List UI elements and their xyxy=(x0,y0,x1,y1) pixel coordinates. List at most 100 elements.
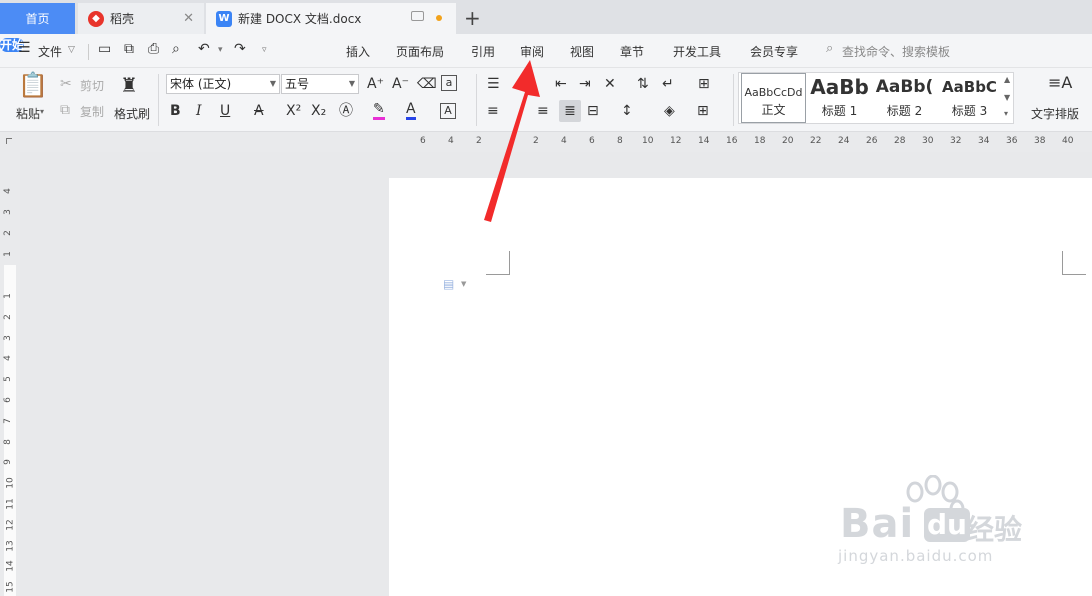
tab-references[interactable]: 引用 xyxy=(471,43,495,60)
subscript-icon[interactable]: X₂ xyxy=(311,102,326,120)
shrink-font-icon[interactable]: A⁻ xyxy=(392,75,409,93)
style-name: 标题 1 xyxy=(821,104,858,118)
ruler-tick-label: 6 xyxy=(420,136,426,146)
paragraph-layout-icon[interactable]: ▤ xyxy=(443,277,454,291)
underline-icon[interactable]: U xyxy=(220,102,230,120)
tab-document-label: 新建 DOCX 文档.docx xyxy=(238,12,362,26)
horizontal-ruler[interactable]: 6 4 2 2 4 6 8 10 12 14 16 18 20 22 24 26 28 30 32 34 36 38 40 xyxy=(0,132,1092,152)
tab-document[interactable]: W 新建 DOCX 文档.docx xyxy=(206,3,456,34)
shading-icon[interactable]: ◈ xyxy=(664,102,675,120)
scroll-down-icon[interactable]: ▼ xyxy=(1004,93,1010,102)
ruler-tick-label: 18 xyxy=(754,136,766,146)
search-input[interactable]: 查找命令、搜索模板 xyxy=(842,43,950,60)
style-heading-2[interactable]: AaBb( 标题 2 xyxy=(872,73,937,123)
cut-icon[interactable]: ✂ xyxy=(60,75,72,93)
ruler-tick-label: 5 xyxy=(2,376,13,383)
justify-icon[interactable]: ≣ xyxy=(559,100,581,122)
clear-format-icon[interactable]: ⌫ xyxy=(417,75,437,93)
style-heading-1[interactable]: AaBb 标题 1 xyxy=(807,73,872,123)
tab-developer[interactable]: 开发工具 xyxy=(673,43,721,60)
highlight-icon[interactable]: ✎ xyxy=(373,102,385,120)
ruler-tick-label: 11 xyxy=(5,498,16,510)
ribbon-toolbar: 📋 粘贴 ▾ ✂ 剪切 ⧉ 复制 ♜ 格式刷 宋体 (正文) ▼ 五号 ▼ A⁺ A… xyxy=(0,68,1092,132)
ruler-tick-label: 24 xyxy=(838,136,850,146)
tab-daoke[interactable]: ◆ 稻壳 ✕ xyxy=(78,3,204,34)
tab-section[interactable]: 章节 xyxy=(620,43,644,60)
ruler-tick-label: 8 xyxy=(2,438,13,445)
monitor-icon[interactable] xyxy=(411,11,424,21)
style-preview: AaBbC xyxy=(942,78,997,96)
chevron-down-icon[interactable]: ▾ xyxy=(218,45,223,55)
ruler-tick-label: 4 xyxy=(2,188,13,194)
style-name: 标题 3 xyxy=(951,104,988,118)
undo-icon[interactable]: ↶ xyxy=(198,41,210,57)
ruler-tick-label: 2 xyxy=(533,136,539,146)
bullet-list-icon[interactable]: ☰ xyxy=(487,75,500,93)
tab-insert[interactable]: 插入 xyxy=(346,43,370,60)
ruler-tick-label: 2 xyxy=(2,230,13,236)
text-layout-icon[interactable]: ≡A xyxy=(1048,74,1072,92)
strikethrough-icon[interactable]: A xyxy=(254,102,264,120)
superscript-icon[interactable]: X² xyxy=(286,102,301,120)
tab-stop-selector-icon[interactable] xyxy=(6,138,12,144)
line-spacing-icon[interactable]: ↕ xyxy=(621,102,633,120)
print-icon[interactable]: ⎙ xyxy=(148,41,159,57)
chevron-down-icon[interactable]: ▽ xyxy=(68,45,75,55)
vertical-ruler[interactable]: 4 3 2 1 1 2 3 4 5 6 7 8 9 10 11 12 13 14 15 xyxy=(0,150,20,596)
decrease-indent-icon[interactable]: ⇤ xyxy=(555,75,567,93)
close-icon[interactable]: ✕ xyxy=(183,11,194,26)
text-layout-button[interactable]: 文字排版 xyxy=(1031,105,1079,122)
ruler-tick-label: 22 xyxy=(810,136,822,146)
more-styles-icon[interactable]: ▾ xyxy=(1004,109,1008,118)
font-name-select[interactable]: 宋体 (正文) ▼ xyxy=(166,74,280,94)
new-tab-button[interactable]: + xyxy=(464,6,481,30)
distributed-align-icon[interactable]: ⊟ xyxy=(587,102,599,120)
tab-membership[interactable]: 会员专享 xyxy=(750,43,798,60)
style-preview: AaBb( xyxy=(875,77,934,97)
borders-icon[interactable]: ⊞ xyxy=(697,102,709,120)
italic-icon[interactable]: I xyxy=(196,102,202,120)
show-marks-icon[interactable]: ↵ xyxy=(662,75,674,93)
hamburger-icon[interactable]: ☰ xyxy=(18,40,31,56)
format-painter-icon[interactable]: ♜ xyxy=(120,72,138,98)
style-normal[interactable]: AaBbCcDd 正文 xyxy=(741,73,806,123)
tab-review[interactable]: 审阅 xyxy=(520,43,544,60)
scroll-up-icon[interactable]: ▲ xyxy=(1004,75,1010,84)
phonetic-guide-icon[interactable]: a xyxy=(441,75,457,91)
bold-icon[interactable]: B xyxy=(170,102,181,120)
copy-icon[interactable]: ⧉ xyxy=(60,101,70,119)
file-menu[interactable]: 文件 xyxy=(38,43,62,60)
ruler-tick-label: 2 xyxy=(476,136,482,146)
font-size-select[interactable]: 五号 ▼ xyxy=(281,74,359,94)
ruler-tick-label: 10 xyxy=(5,477,16,489)
tab-bar: 首页 ◆ 稻壳 ✕ W 新建 DOCX 文档.docx + xyxy=(0,0,1092,34)
cut-button[interactable]: 剪切 xyxy=(80,77,104,94)
font-color-icon[interactable]: A xyxy=(406,102,416,120)
tab-ruler-icon[interactable]: ⊞ xyxy=(698,75,710,93)
paste-button[interactable]: 粘贴 xyxy=(16,105,40,122)
text-effect-icon[interactable]: Ⓐ xyxy=(339,102,353,120)
style-heading-3[interactable]: AaBbC 标题 3 xyxy=(937,73,1002,123)
export-icon[interactable]: ⧉ xyxy=(124,41,134,57)
sort-icon[interactable]: ⇅ xyxy=(637,75,649,93)
chevron-down-icon[interactable]: ▼ xyxy=(461,280,466,288)
tab-home[interactable]: 首页 xyxy=(0,3,75,34)
tab-page-layout[interactable]: 页面布局 xyxy=(396,43,444,60)
ruler-tick-label: 1 xyxy=(2,251,13,257)
chevron-down-icon[interactable]: ▾ xyxy=(40,107,44,116)
redo-icon[interactable]: ↷ xyxy=(234,41,246,57)
paste-icon[interactable]: 📋 xyxy=(18,72,48,98)
grow-font-icon[interactable]: A⁺ xyxy=(367,75,384,93)
character-border-icon[interactable]: A xyxy=(440,103,456,119)
align-left-icon[interactable]: ≡ xyxy=(487,102,499,120)
increase-indent-icon[interactable]: ⇥ xyxy=(579,75,591,93)
align-right-icon[interactable]: ≡ xyxy=(537,102,549,120)
ruler-tick-label: 6 xyxy=(589,136,595,146)
save-icon[interactable]: ▭ xyxy=(98,41,111,57)
format-painter-button[interactable]: 格式刷 xyxy=(114,105,150,122)
print-preview-icon[interactable]: ⌕ xyxy=(172,41,180,57)
tab-view[interactable]: 视图 xyxy=(570,43,594,60)
copy-button[interactable]: 复制 xyxy=(80,103,104,120)
chinese-layout-icon[interactable]: ✕ xyxy=(604,75,616,93)
quick-access-dropdown-icon[interactable]: ▿ xyxy=(262,45,267,55)
